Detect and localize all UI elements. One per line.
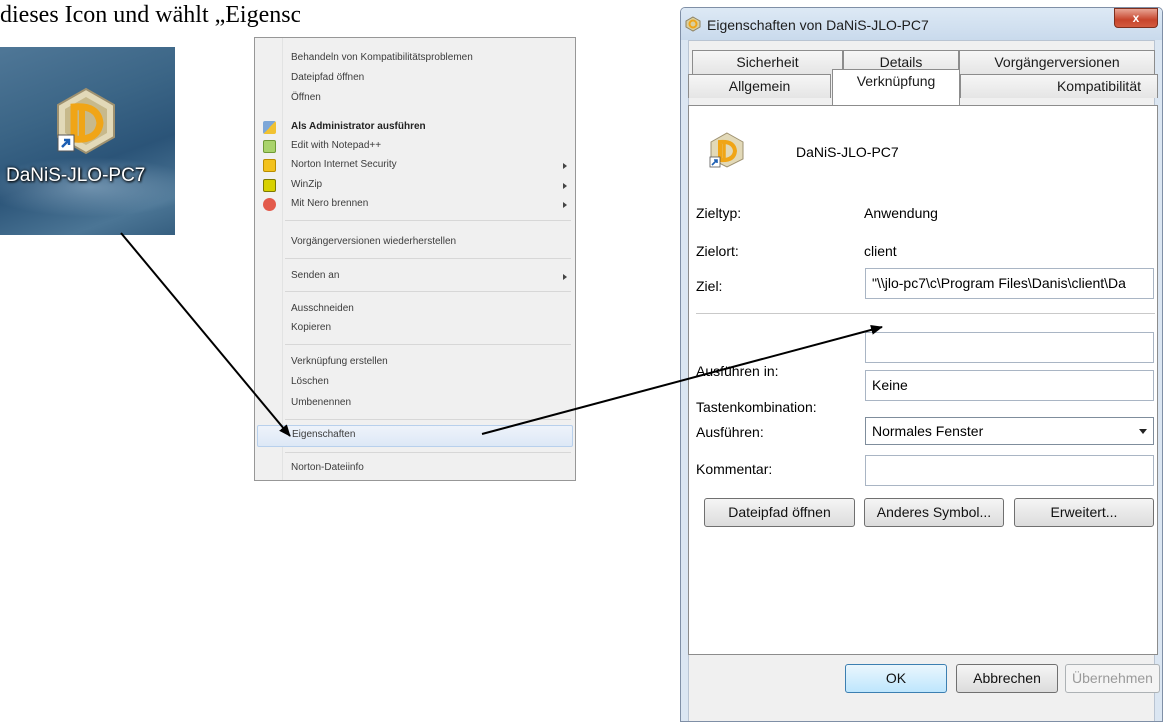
submenu-arrow-icon xyxy=(563,183,567,189)
menu-divider xyxy=(285,258,571,259)
context-menu: Behandeln von Kompatibilitätsproblemen D… xyxy=(254,37,576,481)
menu-item-create-shortcut[interactable]: Verknüpfung erstellen xyxy=(255,352,575,374)
submenu-arrow-icon xyxy=(563,163,567,169)
menu-item-label: Behandeln von Kompatibilitätsproblemen xyxy=(291,52,473,63)
ziel-label: Ziel: xyxy=(696,278,723,294)
kommentar-input[interactable] xyxy=(865,455,1154,486)
menu-item-label: Mit Nero brennen xyxy=(291,198,369,209)
menu-item-label: Umbenennen xyxy=(291,397,352,408)
ausfuehren-select[interactable]: Normales Fenster xyxy=(865,417,1154,445)
danis-app-icon[interactable] xyxy=(54,87,118,157)
zielort-label: Zielort: xyxy=(696,243,739,259)
title-bar[interactable]: Eigenschaften von DaNiS-JLO-PC7 x xyxy=(681,8,1162,40)
tastenkombination-input[interactable]: Keine xyxy=(865,370,1154,401)
menu-item-label: Als Administrator ausführen xyxy=(291,121,426,132)
submenu-arrow-icon xyxy=(563,202,567,208)
menu-item-label: Norton Internet Security xyxy=(291,159,397,170)
menu-item-label: WinZip xyxy=(291,179,323,190)
tab-vorgaengerversionen[interactable]: Vorgängerversionen xyxy=(959,50,1155,74)
menu-item-properties[interactable]: Eigenschaften xyxy=(257,425,573,447)
menu-divider xyxy=(285,419,571,420)
menu-item-label: Öffnen xyxy=(291,92,321,103)
submenu-arrow-icon xyxy=(563,274,567,280)
menu-item-label: Edit with Notepad++ xyxy=(291,140,382,151)
tastenkombination-label: Tastenkombination: xyxy=(696,399,817,415)
menu-item-label: Vorgängerversionen wiederherstellen xyxy=(291,236,457,247)
app-icon xyxy=(685,16,701,32)
zieltyp-label: Zieltyp: xyxy=(696,205,742,221)
tab-sicherheit[interactable]: Sicherheit xyxy=(692,50,843,74)
menu-item-label: Löschen xyxy=(291,376,329,387)
change-icon-button[interactable]: Anderes Symbol... xyxy=(864,498,1004,527)
menu-divider xyxy=(285,452,571,453)
tab-kompatibilitaet[interactable]: Kompatibilität xyxy=(960,74,1158,98)
menu-item-norton-fileinfo[interactable]: Norton-Dateiinfo xyxy=(255,458,575,480)
instruction-text: dieses Icon und wählt „Eigenschaften“. xyxy=(0,2,300,28)
ok-button[interactable]: OK xyxy=(845,664,947,693)
tab-verknuepfung[interactable]: Verknüpfung xyxy=(832,69,960,105)
nero-icon xyxy=(263,198,276,211)
shield-icon xyxy=(263,121,276,134)
shortcut-tab-page: DaNiS-JLO-PC7 Zieltyp: Anwendung Zielort… xyxy=(688,105,1158,655)
menu-item-label: Ausschneiden xyxy=(291,303,354,314)
menu-item-compatibility[interactable]: Behandeln von Kompatibilitätsproblemen xyxy=(255,48,575,70)
menu-item-rename[interactable]: Umbenennen xyxy=(255,393,575,415)
section-divider xyxy=(696,313,1155,314)
shortcut-icon xyxy=(709,132,745,168)
ziel-input[interactable]: "\\jlo-pc7\c\Program Files\Danis\client\… xyxy=(865,268,1154,299)
menu-divider xyxy=(285,344,571,345)
menu-item-copy[interactable]: Kopieren xyxy=(255,318,575,340)
menu-item-label: Senden an xyxy=(291,270,340,281)
ausfuehren-label: Ausführen: xyxy=(696,424,764,440)
menu-item-send-to[interactable]: Senden an xyxy=(255,266,575,288)
ausfuehren-in-label: Ausführen in: xyxy=(696,363,779,379)
menu-divider xyxy=(285,291,571,292)
menu-item-label: Verknüpfung erstellen xyxy=(291,356,388,367)
menu-item-delete[interactable]: Löschen xyxy=(255,372,575,394)
apply-button[interactable]: Übernehmen xyxy=(1065,664,1160,693)
menu-item-label: Norton-Dateiinfo xyxy=(291,462,364,473)
menu-item-label: Kopieren xyxy=(291,322,332,333)
desktop-background: DaNiS-JLO-PC7 xyxy=(0,47,175,235)
close-button[interactable]: x xyxy=(1114,8,1158,28)
menu-item-norton[interactable]: Norton Internet Security xyxy=(255,155,575,177)
menu-item-label: Eigenschaften xyxy=(292,429,356,440)
chevron-down-icon xyxy=(1139,429,1147,434)
menu-divider xyxy=(285,220,571,221)
menu-item-open-path[interactable]: Dateipfad öffnen xyxy=(255,68,575,90)
zielort-value: client xyxy=(864,243,897,259)
zieltyp-value: Anwendung xyxy=(864,205,938,221)
notepad-icon xyxy=(263,140,276,153)
menu-item-restore-versions[interactable]: Vorgängerversionen wiederherstellen xyxy=(255,232,575,254)
advanced-button[interactable]: Erweitert... xyxy=(1014,498,1154,527)
open-path-button[interactable]: Dateipfad öffnen xyxy=(704,498,855,527)
menu-item-open[interactable]: Öffnen xyxy=(255,88,575,110)
menu-item-label: Dateipfad öffnen xyxy=(291,72,365,83)
desktop-icon-label[interactable]: DaNiS-JLO-PC7 xyxy=(6,165,174,191)
ausfuehren-in-input[interactable] xyxy=(865,332,1154,363)
ausfuehren-selected-value: Normales Fenster xyxy=(872,423,984,439)
dialog-title: Eigenschaften von DaNiS-JLO-PC7 xyxy=(707,17,929,33)
winzip-icon xyxy=(263,179,276,192)
shortcut-name: DaNiS-JLO-PC7 xyxy=(796,144,899,160)
norton-icon xyxy=(263,159,276,172)
menu-item-nero[interactable]: Mit Nero brennen xyxy=(255,194,575,216)
kommentar-label: Kommentar: xyxy=(696,461,773,477)
tab-allgemein[interactable]: Allgemein xyxy=(688,74,831,98)
cancel-button[interactable]: Abbrechen xyxy=(956,664,1058,693)
